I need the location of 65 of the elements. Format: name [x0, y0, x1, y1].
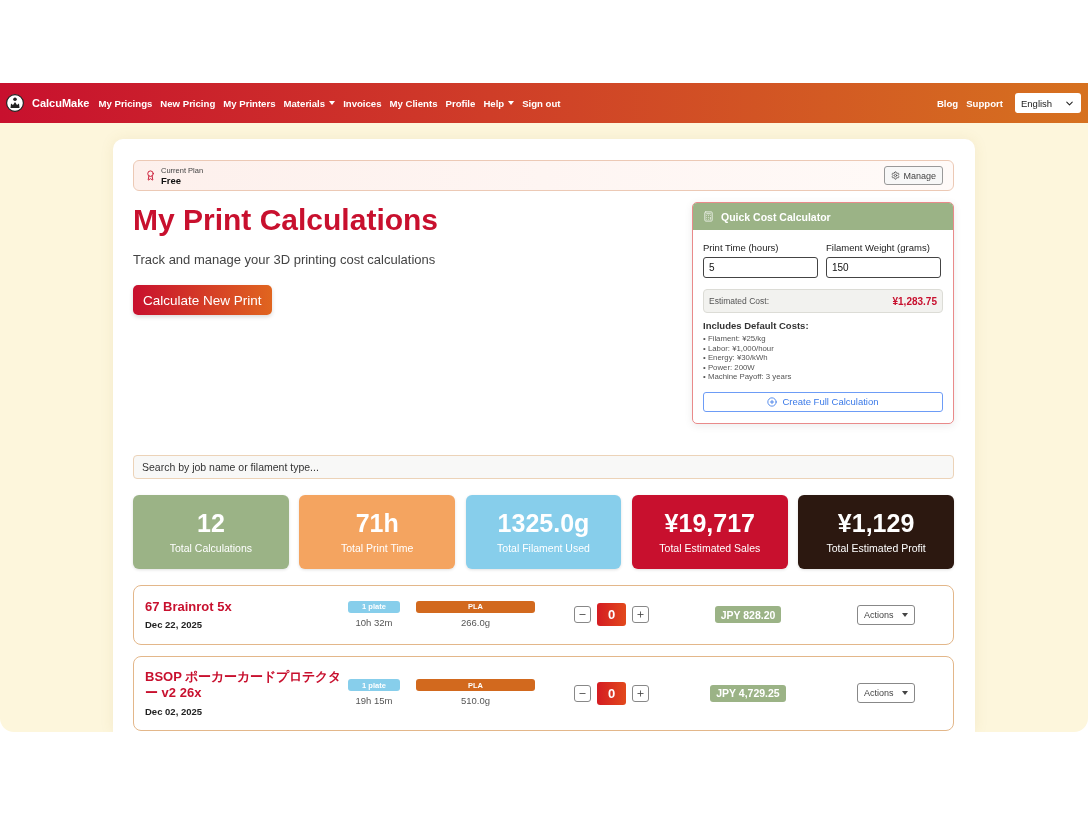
nav-link[interactable]: New Pricing: [160, 97, 216, 109]
search-field[interactable]: Search by job name or filament type...: [133, 454, 954, 479]
create-calculation-button[interactable]: Create Full Calculation: [703, 391, 943, 412]
estimate-label: Estimated Cost:: [709, 296, 769, 306]
calculate-button[interactable]: Calculate New Print: [133, 285, 272, 315]
stat-value: 12: [197, 508, 225, 539]
nav-link[interactable]: Invoices: [343, 97, 382, 109]
price-badge: JPY 828.20: [714, 606, 782, 624]
filament-weight: 510.0g: [460, 695, 491, 708]
estimate-value: ¥1,283.75: [892, 295, 937, 307]
award-icon: [145, 170, 156, 181]
caret-icon: [901, 691, 908, 696]
decrease-button[interactable]: [574, 684, 591, 702]
nav-link[interactable]: Materials: [283, 97, 336, 109]
actions-button[interactable]: Actions: [857, 683, 915, 704]
stat-value: 71h: [355, 508, 399, 539]
caret-icon: [901, 612, 908, 617]
job-title[interactable]: BSOP ポーカーカードプロテクター v2 26x: [145, 668, 345, 702]
stat-label: Total Filament Used: [497, 542, 590, 556]
price-badge: JPY 4,729.25: [710, 684, 786, 702]
stat-value: ¥19,717: [664, 508, 755, 539]
job-title[interactable]: 67 Brainrot 5x: [145, 598, 345, 616]
job-date: Dec 22, 2025: [145, 618, 204, 632]
nav-link[interactable]: Blog: [936, 97, 959, 109]
plan-name: Free: [161, 174, 183, 186]
stat-value: ¥1,129: [837, 508, 915, 539]
logo-icon[interactable]: [6, 94, 24, 112]
filament-weight: 266.0g: [460, 616, 491, 629]
job-date: Dec 02, 2025: [145, 704, 204, 718]
quantity-value: 0: [597, 603, 626, 627]
language-select[interactable]: English: [1015, 93, 1081, 113]
nav-link[interactable]: Profile: [445, 97, 476, 109]
decrease-button[interactable]: [574, 606, 591, 624]
nav-link[interactable]: Support: [966, 97, 1003, 109]
print-time: 10h 32m: [355, 616, 393, 629]
actions-button[interactable]: Actions: [857, 604, 915, 625]
calculator-title: Quick Cost Calculator: [721, 210, 831, 223]
plus-icon: [636, 688, 645, 698]
field-label: Print Time (hours): [703, 241, 780, 254]
gear-icon: [891, 171, 901, 180]
nav-link[interactable]: Sign out: [522, 97, 561, 109]
page-subtitle: Track and manage your 3D printing cost calculations: [133, 251, 436, 269]
nav-link[interactable]: My Pricings: [98, 97, 153, 109]
increase-button[interactable]: [632, 606, 649, 624]
plus-circle-icon: [767, 396, 778, 407]
increase-button[interactable]: [632, 684, 649, 702]
number-input[interactable]: 150: [826, 257, 941, 278]
nav-link[interactable]: Help: [483, 97, 515, 109]
manage-button[interactable]: Manage: [884, 166, 943, 185]
stat-value: 1325.0g: [497, 508, 590, 539]
calculator-icon: [703, 211, 714, 222]
plus-icon: [636, 610, 645, 620]
number-input[interactable]: 5: [703, 257, 818, 278]
stat-label: Total Print Time: [341, 542, 414, 556]
page-title: My Print Calculations: [133, 202, 439, 238]
stat-label: Total Estimated Sales: [659, 542, 761, 556]
quantity-value: 0: [597, 681, 626, 705]
stat-label: Total Estimated Profit: [826, 542, 926, 556]
brand-name[interactable]: CalcuMake: [32, 97, 90, 109]
field-label: Filament Weight (grams): [826, 241, 931, 254]
print-time: 19h 15m: [355, 695, 393, 708]
defaults-title: Includes Default Costs:: [703, 319, 810, 332]
stat-label: Total Calculations: [169, 542, 253, 556]
nav-link[interactable]: My Clients: [389, 97, 438, 109]
nav-link[interactable]: My Printers: [223, 97, 276, 109]
